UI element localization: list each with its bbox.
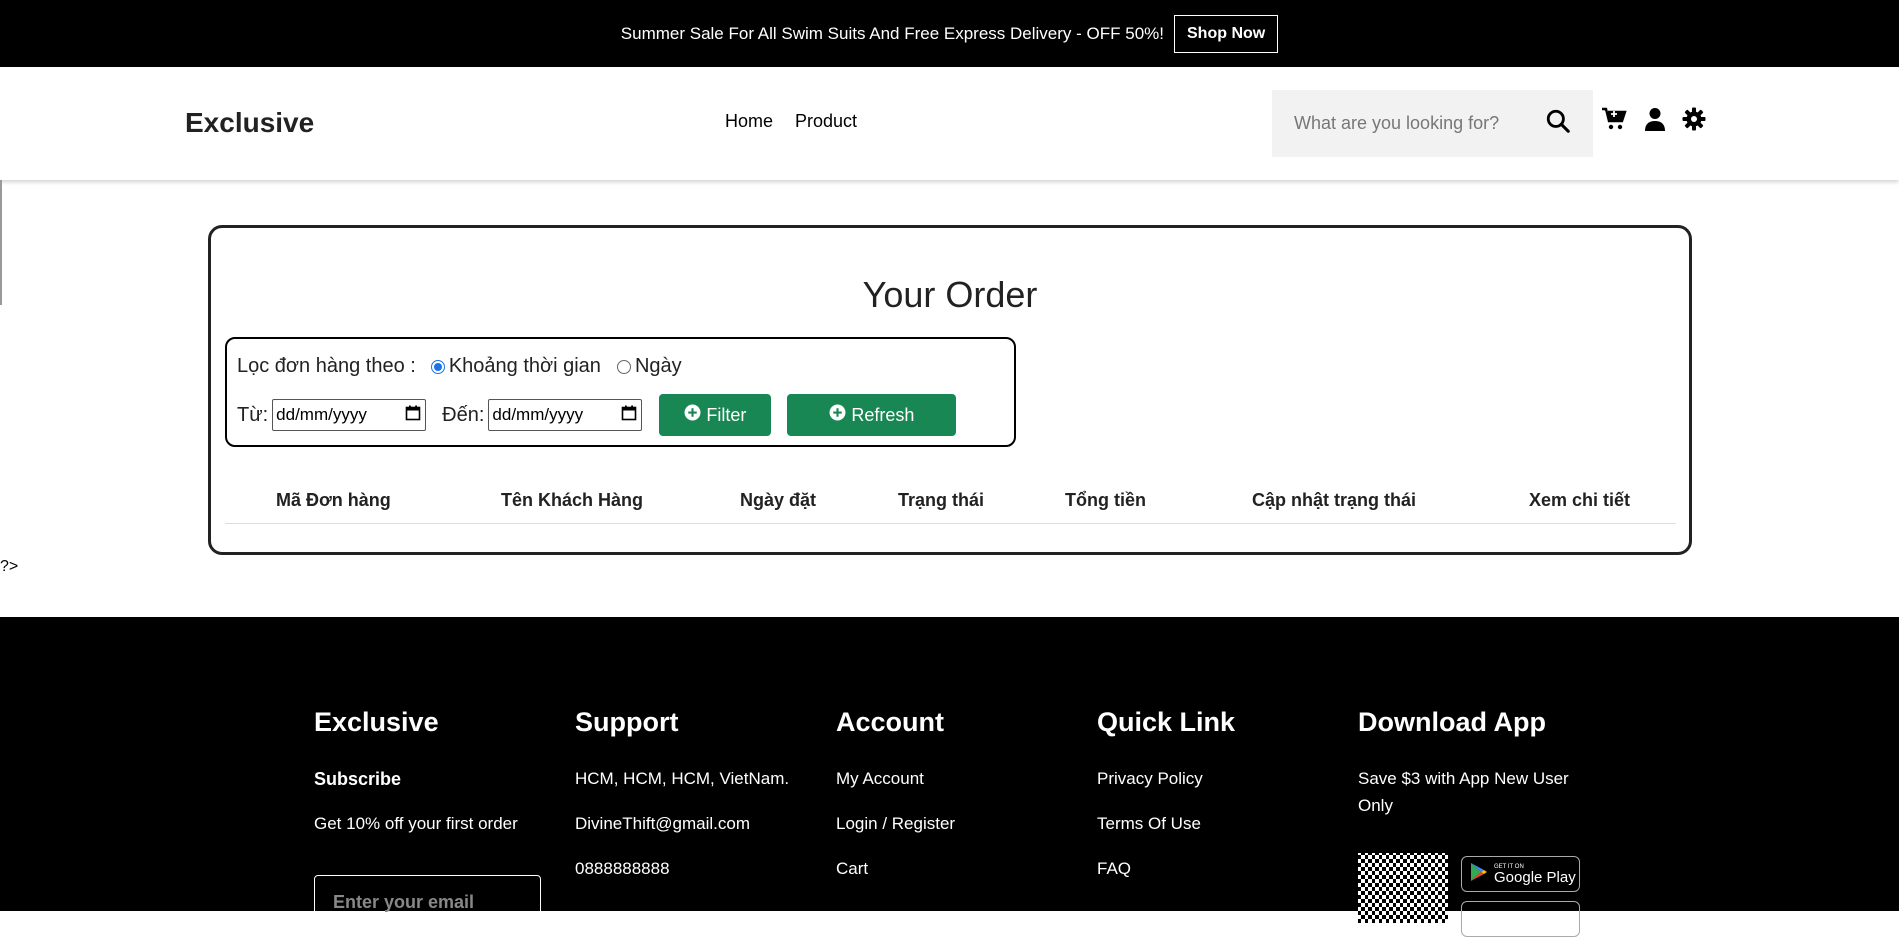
orders-table-header: Mã Đơn hàng Tên Khách Hàng Ngày đặt Trạn… — [225, 490, 1676, 524]
filter-button[interactable]: Filter — [659, 394, 772, 436]
account-heading: Account — [836, 707, 944, 737]
col-status: Trạng thái — [898, 490, 985, 510]
link-terms-of-use[interactable]: Terms Of Use — [1097, 814, 1201, 834]
main-nav: Home Product — [725, 111, 857, 132]
filter-button-label: Filter — [706, 404, 747, 425]
footer-col-account: Account My Account Login / Register Cart — [836, 707, 955, 878]
footer-col-quick-link: Quick Link Privacy Policy Terms Of Use F… — [1097, 707, 1236, 878]
calendar-icon[interactable] — [621, 405, 637, 426]
link-login-register[interactable]: Login / Register — [836, 814, 955, 834]
user-icon[interactable] — [1640, 104, 1670, 134]
search-icon[interactable] — [1545, 108, 1571, 139]
order-filter: Lọc đơn hàng theo : Khoảng thời gian Ngà… — [225, 337, 1016, 447]
link-faq[interactable]: FAQ — [1097, 859, 1131, 879]
col-customer-name: Tên Khách Hàng — [501, 490, 644, 510]
google-play-label: Google Play — [1494, 868, 1576, 886]
link-my-account[interactable]: My Account — [836, 769, 924, 789]
footer-col-exclusive: Exclusive Subscribe Get 10% off your fir… — [314, 707, 541, 935]
stray-text: ?> — [0, 558, 19, 575]
from-date-placeholder: dd/mm/yyyy — [276, 405, 367, 424]
google-play-icon — [1470, 862, 1488, 887]
support-heading: Support — [575, 707, 679, 737]
col-order-date: Ngày đặt — [740, 490, 817, 510]
google-play-badge[interactable]: GET IT ON Google Play — [1461, 856, 1580, 892]
radio-range[interactable] — [430, 359, 445, 374]
link-privacy-policy[interactable]: Privacy Policy — [1097, 769, 1203, 789]
download-heading: Download App — [1358, 707, 1546, 737]
order-panel: Your Order Lọc đơn hàng theo : Khoảng th… — [208, 225, 1692, 555]
search-input[interactable]: What are you looking for? — [1294, 113, 1545, 134]
from-label: Từ: — [237, 403, 269, 426]
plus-circle-icon — [684, 404, 701, 426]
support-email[interactable]: DivineThift@gmail.com — [575, 814, 750, 834]
refresh-button-label: Refresh — [851, 404, 915, 425]
app-promo-text-2: Only — [1358, 796, 1393, 815]
col-update-status: Cập nhật trạng thái — [1252, 490, 1417, 510]
promo-bar: Summer Sale For All Swim Suits And Free … — [0, 0, 1899, 67]
subscribe-heading: Subscribe — [314, 769, 402, 789]
link-cart[interactable]: Cart — [836, 859, 868, 879]
to-date-input[interactable]: dd/mm/yyyy — [488, 399, 643, 431]
footer-brand: Exclusive — [314, 707, 439, 737]
site-header: Exclusive Home Product What are you look… — [0, 67, 1899, 180]
support-address: HCM, HCM, HCM, VietNam. — [575, 769, 790, 788]
to-date-placeholder: dd/mm/yyyy — [492, 405, 584, 424]
to-label: Đến: — [442, 403, 485, 426]
shop-now-button[interactable]: Shop Now — [1174, 14, 1279, 53]
site-logo[interactable]: Exclusive — [185, 107, 314, 139]
page-title: Your Order — [862, 274, 1038, 315]
radio-day-label[interactable]: Ngày — [635, 355, 682, 378]
site-footer: Exclusive Subscribe Get 10% off your fir… — [0, 617, 1899, 937]
footer-col-support: Support HCM, HCM, HCM, VietNam. DivineTh… — [575, 707, 789, 878]
promo-message: Summer Sale For All Swim Suits And Free … — [620, 23, 1164, 43]
calendar-icon[interactable] — [405, 405, 421, 426]
subscribe-text: Get 10% off your first order — [314, 814, 518, 833]
quick-link-heading: Quick Link — [1097, 707, 1236, 737]
col-view-detail: Xem chi tiết — [1529, 490, 1631, 510]
settings-icon[interactable] — [1679, 104, 1709, 134]
nav-home[interactable]: Home — [725, 111, 773, 132]
qr-code — [1358, 853, 1448, 923]
refresh-button[interactable]: Refresh — [787, 394, 957, 436]
from-date-input[interactable]: dd/mm/yyyy — [272, 399, 427, 431]
cart-icon[interactable] — [1599, 104, 1629, 134]
nav-product[interactable]: Product — [795, 111, 857, 132]
filter-label: Lọc đơn hàng theo : — [237, 355, 416, 377]
radio-day[interactable] — [616, 359, 631, 374]
app-promo-text-1: Save $3 with App New User — [1358, 769, 1569, 788]
left-divider — [0, 180, 2, 305]
col-total: Tổng tiền — [1065, 490, 1146, 510]
app-store-badge[interactable] — [1461, 901, 1580, 937]
col-order-id: Mã Đơn hàng — [276, 490, 391, 510]
footer-col-download: Download App Save $3 with App New User O… — [1358, 707, 1580, 937]
radio-range-label[interactable]: Khoảng thời gian — [449, 355, 601, 378]
email-input[interactable]: Enter your email — [314, 875, 541, 935]
plus-circle-icon — [829, 404, 846, 426]
search-bar: What are you looking for? — [1272, 90, 1593, 157]
support-phone[interactable]: 0888888888 — [575, 859, 670, 879]
